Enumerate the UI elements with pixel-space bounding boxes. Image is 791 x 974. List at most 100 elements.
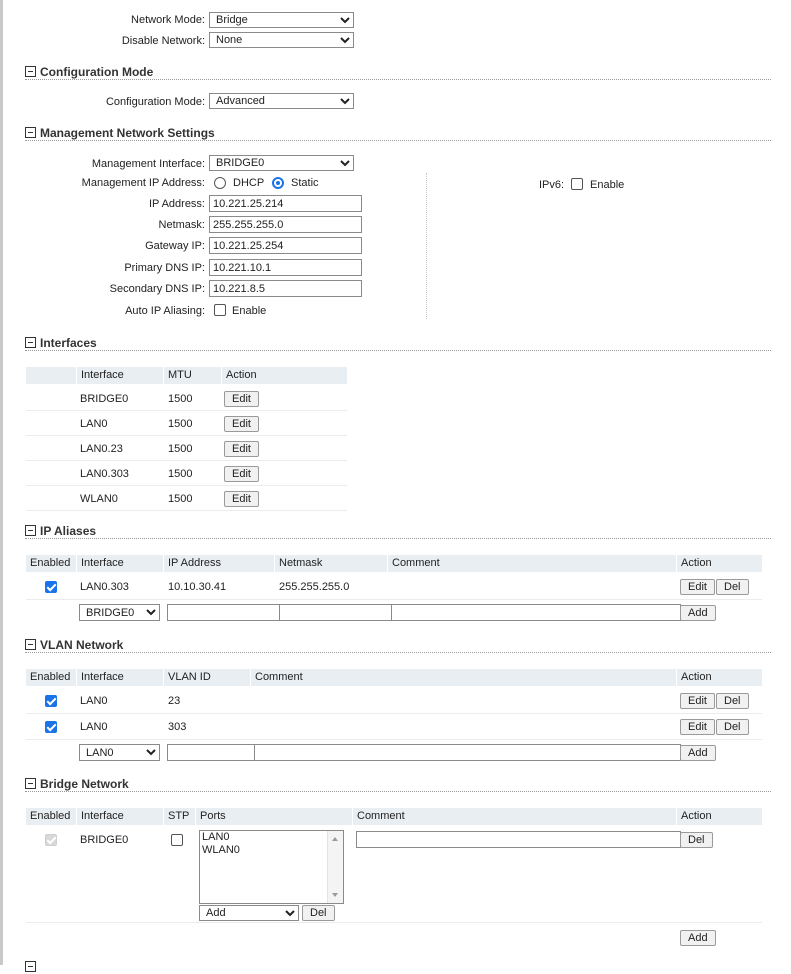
column-header-enabled: Enabled	[30, 810, 71, 822]
collapse-icon[interactable]	[25, 961, 36, 972]
bridge-comment-input[interactable]	[356, 831, 681, 848]
ip-aliases-table-header: Enabled Interface IP Address Netmask Com…	[26, 555, 762, 572]
vlan-enabled-checkbox[interactable]	[45, 721, 57, 733]
column-header-ports: Ports	[200, 810, 226, 822]
alias-delete-button[interactable]: Del	[716, 579, 749, 595]
next-section[interactable]	[25, 960, 40, 974]
interface-name: LAN0.23	[80, 443, 123, 455]
column-header-interface: Interface	[81, 557, 124, 569]
bridge-network-section[interactable]: Bridge Network	[25, 777, 129, 791]
new-alias-interface-select[interactable]: BRIDGE0	[79, 604, 160, 621]
column-header-action: Action	[681, 810, 712, 822]
primary-dns-input[interactable]	[209, 259, 362, 276]
alias-netmask: 255.255.255.0	[279, 581, 350, 593]
section-divider	[25, 791, 771, 792]
interface-name: BRIDGE0	[80, 393, 129, 405]
new-alias-ip-input[interactable]	[167, 604, 280, 621]
column-header-enabled: Enabled	[30, 671, 71, 683]
collapse-icon[interactable]	[25, 66, 36, 77]
management-interface-select[interactable]: BRIDGE0	[209, 155, 354, 171]
row-divider	[26, 460, 347, 461]
network-mode-select[interactable]: Bridge	[209, 12, 354, 28]
interfaces-section[interactable]: Interfaces	[25, 336, 97, 350]
port-delete-button[interactable]: Del	[302, 905, 335, 921]
collapse-icon[interactable]	[25, 778, 36, 789]
new-alias-comment-input[interactable]	[391, 604, 681, 621]
configuration-mode-label: Configuration Mode:	[105, 96, 205, 108]
new-vlan-id-input[interactable]	[167, 744, 255, 761]
secondary-dns-label: Secondary DNS IP:	[109, 283, 205, 295]
vlan-delete-button[interactable]: Del	[716, 719, 749, 735]
section-divider	[25, 538, 771, 539]
bridge-stp-checkbox[interactable]	[171, 834, 183, 846]
vlan-network-section[interactable]: VLAN Network	[25, 638, 123, 652]
interface-name: LAN0	[80, 418, 108, 430]
new-alias-netmask-input[interactable]	[279, 604, 392, 621]
section-divider	[25, 140, 771, 141]
column-header-action: Action	[681, 671, 712, 683]
section-title: IP Aliases	[40, 524, 97, 538]
column-header-netmask: Netmask	[279, 557, 323, 569]
row-divider	[26, 435, 347, 436]
collapse-icon[interactable]	[25, 525, 36, 536]
vlan-interface: LAN0	[80, 695, 108, 707]
scroll-up-icon[interactable]	[332, 837, 338, 841]
column-header-interface: Interface	[81, 671, 124, 683]
bridge-delete-button[interactable]: Del	[680, 832, 713, 848]
static-radio[interactable]	[272, 177, 284, 189]
interface-edit-button[interactable]: Edit	[224, 466, 259, 482]
configuration-mode-select[interactable]: Advanced	[209, 93, 354, 109]
ipv6-label: IPv6:	[539, 179, 565, 191]
interface-edit-button[interactable]: Edit	[224, 416, 259, 432]
alias-edit-button[interactable]: Edit	[680, 579, 715, 595]
ports-scrollbar[interactable]	[327, 831, 343, 903]
column-header-action: Action	[681, 557, 712, 569]
ip-address-input[interactable]	[209, 195, 362, 212]
bridge-add-button[interactable]: Add	[680, 930, 716, 946]
row-divider	[26, 510, 347, 511]
port-item[interactable]: WLAN0	[200, 844, 343, 857]
configuration-mode-section[interactable]: Configuration Mode	[25, 65, 153, 79]
collapse-icon[interactable]	[25, 337, 36, 348]
interface-edit-button[interactable]: Edit	[224, 441, 259, 457]
alias-add-button[interactable]: Add	[680, 605, 716, 621]
ipv6-enable-checkbox[interactable]	[571, 178, 583, 190]
gateway-ip-input[interactable]	[209, 237, 362, 254]
scroll-down-icon[interactable]	[332, 893, 338, 897]
interface-edit-button[interactable]: Edit	[224, 491, 259, 507]
new-vlan-comment-input[interactable]	[254, 744, 681, 761]
interface-edit-button[interactable]: Edit	[224, 391, 259, 407]
auto-ip-aliasing-checkbox[interactable]	[214, 304, 226, 316]
netmask-label: Netmask:	[158, 219, 205, 231]
vlan-enabled-checkbox[interactable]	[45, 695, 57, 707]
bridge-ports-listbox[interactable]: LAN0 WLAN0	[199, 830, 344, 904]
collapse-icon[interactable]	[25, 639, 36, 650]
ipv6-enable-label: Enable	[590, 179, 625, 191]
disable-network-select[interactable]: None	[209, 32, 354, 48]
column-header-comment: Comment	[357, 810, 405, 822]
section-title: Interfaces	[40, 336, 97, 350]
port-add-select[interactable]: Add	[199, 905, 299, 921]
section-title: Configuration Mode	[40, 65, 154, 79]
management-network-section[interactable]: Management Network Settings	[25, 126, 215, 140]
vlan-edit-button[interactable]: Edit	[680, 693, 715, 709]
ip-aliases-section[interactable]: IP Aliases	[25, 524, 96, 538]
alias-interface: LAN0.303	[80, 581, 129, 593]
row-divider	[26, 410, 347, 411]
port-item[interactable]: LAN0	[200, 831, 343, 844]
dhcp-radio[interactable]	[214, 177, 226, 189]
column-header-action: Action	[226, 369, 257, 381]
vlan-add-button[interactable]: Add	[680, 745, 716, 761]
interface-name: WLAN0	[80, 493, 118, 505]
collapse-icon[interactable]	[25, 127, 36, 138]
secondary-dns-input[interactable]	[209, 280, 362, 297]
column-header-interface: Interface	[81, 369, 124, 381]
new-vlan-interface-select[interactable]: LAN0	[79, 744, 160, 761]
vlan-delete-button[interactable]: Del	[716, 693, 749, 709]
netmask-input[interactable]	[209, 216, 362, 233]
bridge-interface: BRIDGE0	[80, 834, 129, 846]
vlan-id: 23	[168, 695, 181, 707]
alias-enabled-checkbox[interactable]	[45, 581, 57, 593]
vlan-edit-button[interactable]: Edit	[680, 719, 715, 735]
dhcp-label: DHCP	[233, 177, 265, 189]
